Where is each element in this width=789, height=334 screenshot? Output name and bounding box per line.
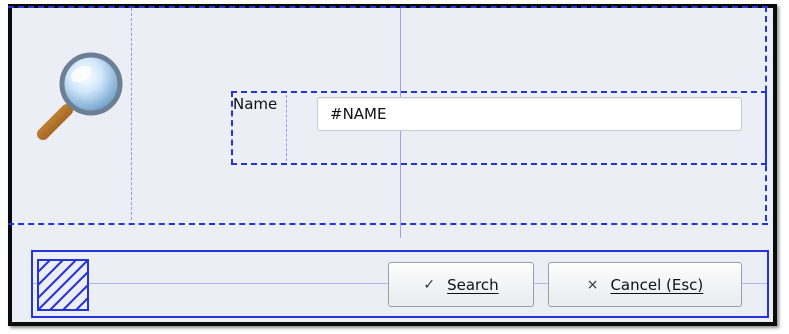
name-input[interactable] [317, 97, 742, 131]
layout-guide-top [8, 6, 768, 8]
hatched-square-icon [37, 259, 89, 311]
check-icon: ✓ [423, 276, 436, 293]
search-icon [37, 52, 123, 140]
cancel-button[interactable]: × Cancel (Esc) [548, 262, 742, 307]
label-column-divider [286, 95, 287, 161]
layout-guide-bottom [8, 223, 768, 225]
cancel-button-label: Cancel (Esc) [610, 275, 704, 294]
search-button-label: Search [447, 275, 499, 294]
close-icon: × [586, 276, 599, 293]
name-label: Name [233, 95, 278, 113]
search-button[interactable]: ✓ Search [388, 262, 534, 307]
